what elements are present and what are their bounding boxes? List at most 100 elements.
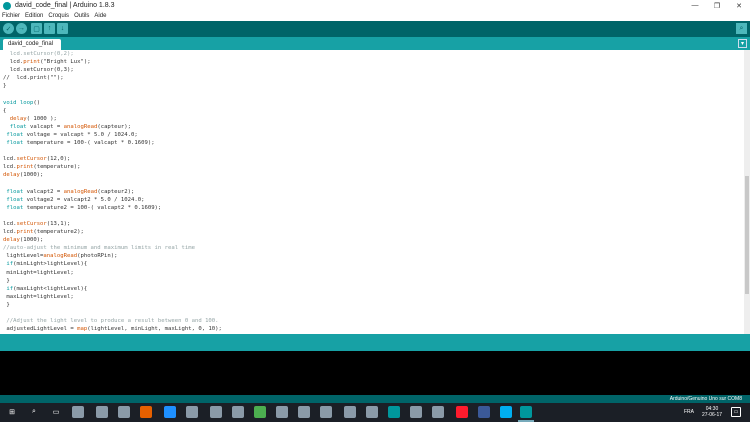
app-icon[interactable]	[432, 406, 444, 418]
code-area[interactable]: lcd.setCursor(0,2); lcd.print("Bright Lu…	[3, 50, 738, 334]
app-icon[interactable]	[232, 406, 244, 418]
open-sketch-button[interactable]: ↑	[44, 23, 55, 34]
code-token: (temperature2);	[33, 229, 84, 236]
console-output[interactable]	[0, 351, 750, 395]
menu-sketch[interactable]: Croquis	[48, 13, 69, 19]
app-icon[interactable]	[276, 406, 288, 418]
code-token: loop	[19, 99, 34, 106]
code-token: (13,1);	[46, 220, 71, 227]
app-icon[interactable]	[72, 406, 84, 418]
code-line: if(maxLight<lightLevel){	[3, 285, 738, 293]
app-icon[interactable]	[298, 406, 310, 418]
new-sketch-button[interactable]: ▢	[31, 23, 42, 34]
code-token: float	[6, 188, 24, 195]
arduino-icon[interactable]	[520, 406, 532, 418]
tab-david-code-final[interactable]: david_code_final	[3, 39, 61, 50]
app-icon[interactable]	[210, 406, 222, 418]
app-icon[interactable]	[320, 406, 332, 418]
code-line: //Adjust the light level to produce a re…	[3, 317, 738, 325]
code-token: (capteur2);	[97, 188, 135, 195]
menu-bar: Fichier Edition Croquis Outils Aide	[0, 11, 750, 21]
code-token: map	[77, 326, 88, 333]
vertical-scrollbar[interactable]	[744, 50, 750, 334]
skype-icon[interactable]	[500, 406, 512, 418]
opera-icon[interactable]	[456, 406, 468, 418]
code-token: //auto-adjust the minimum and maximum li…	[3, 245, 195, 252]
code-token: voltage2 = valcapt2 * 5.0 / 1024.0;	[23, 196, 145, 203]
code-token: (capteur);	[97, 123, 132, 130]
magnifier-icon: ⌕	[739, 24, 744, 32]
edge-icon[interactable]	[164, 406, 176, 418]
code-token: (maxLight<lightLevel){	[13, 285, 88, 292]
code-token: setCursor	[16, 156, 47, 163]
code-editor[interactable]: lcd.setCursor(0,2); lcd.print("Bright Lu…	[0, 50, 750, 334]
code-line: float voltage2 = valcapt2 * 5.0 / 1024.0…	[3, 196, 738, 204]
code-line: lcd.print(temperature);	[3, 163, 738, 171]
code-line: lcd.setCursor(0,2);	[3, 50, 738, 58]
app-icon[interactable]	[96, 406, 108, 418]
upload-button[interactable]: →	[16, 23, 27, 34]
code-token: valcapt =	[26, 123, 64, 130]
code-token: adjustedLightLevel =	[3, 326, 78, 333]
code-line: lcd.setCursor(12,0);	[3, 155, 738, 163]
maximize-button[interactable]: ❐	[706, 0, 728, 11]
code-line: adjustedLightLevel = map(lightLevel, min…	[3, 325, 738, 333]
facebook-icon[interactable]	[478, 406, 490, 418]
save-sketch-button[interactable]: ↓	[57, 23, 68, 34]
code-token: temperature = 100-( valcapt * 0.1609);	[23, 140, 155, 147]
search-icon[interactable]: ⌕	[28, 406, 40, 418]
code-line: float voltage = valcapt * 5.0 / 1024.0;	[3, 131, 738, 139]
menu-edit[interactable]: Edition	[25, 13, 43, 19]
code-token: float	[9, 123, 27, 130]
app-icon[interactable]	[344, 406, 356, 418]
close-button[interactable]: ✕	[728, 0, 750, 11]
menu-file[interactable]: Fichier	[2, 13, 20, 19]
minimize-button[interactable]: —	[684, 0, 706, 11]
code-token: }	[3, 277, 10, 284]
code-token: print	[16, 164, 34, 171]
app-icon[interactable]	[186, 406, 198, 418]
chrome-icon[interactable]	[254, 406, 266, 418]
new-file-icon: ▢	[33, 25, 40, 33]
code-token: float	[6, 204, 24, 211]
language-indicator[interactable]: FRA	[684, 403, 694, 422]
app-icon[interactable]	[366, 406, 378, 418]
code-token: lcd.	[3, 164, 17, 171]
code-token: float	[6, 140, 24, 147]
code-token: // lcd.print("");	[3, 75, 64, 82]
arduino-ide-window: david_code_final | Arduino 1.8.3 — ❐ ✕ F…	[0, 0, 750, 422]
code-token: }	[3, 83, 7, 90]
code-token: lcd.	[3, 59, 24, 66]
code-line: float valcapt = analogRead(capteur);	[3, 123, 738, 131]
code-token: analogRead	[43, 253, 78, 260]
menu-help[interactable]: Aide	[94, 13, 106, 19]
task-view-icon[interactable]: ▭	[50, 406, 62, 418]
check-icon: ✓	[5, 25, 12, 33]
code-token: delay	[9, 115, 27, 122]
app-icon[interactable]	[410, 406, 422, 418]
code-token: void	[3, 99, 17, 106]
code-line: void loop()	[3, 99, 738, 107]
firefox-icon[interactable]	[140, 406, 152, 418]
code-line: maxLight=lightLevel;	[3, 293, 738, 301]
serial-monitor-button[interactable]: ⌕	[736, 23, 747, 34]
code-token: lcd.setCursor(0,3);	[3, 67, 74, 74]
verify-button[interactable]: ✓	[3, 23, 14, 34]
scrollbar-thumb[interactable]	[745, 176, 749, 294]
board-port-label: Arduino/Genuino Uno sur COM8	[669, 396, 742, 402]
code-token: //Adjust the light level to produce a re…	[3, 318, 219, 325]
code-token: lcd.	[3, 229, 17, 236]
system-clock[interactable]: 04:30 27-06-17	[700, 406, 724, 418]
tab-menu-button[interactable]: ▾	[738, 39, 747, 48]
notification-icon: ▭	[733, 409, 739, 415]
arduino-icon[interactable]	[388, 406, 400, 418]
code-line: delay( 1000 );	[3, 115, 738, 123]
menu-tools[interactable]: Outils	[74, 13, 89, 19]
code-token: delay	[3, 237, 20, 244]
code-line: //auto-adjust the minimum and maximum li…	[3, 244, 738, 252]
start-icon[interactable]: ⊞	[6, 406, 18, 418]
action-center-button[interactable]: ▭	[731, 407, 741, 417]
app-icon[interactable]	[118, 406, 130, 418]
